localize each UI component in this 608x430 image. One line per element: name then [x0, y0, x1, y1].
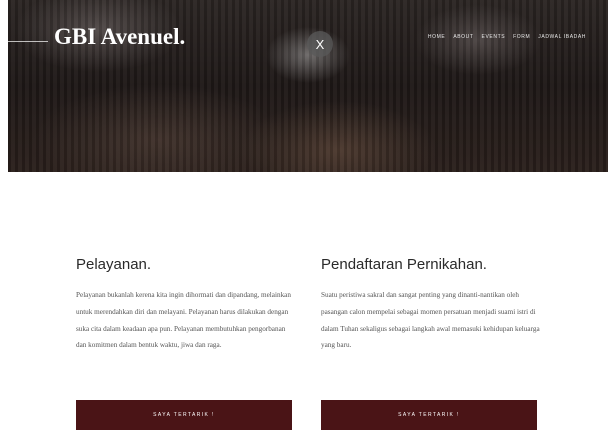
interest-button-pernikahan[interactable]: SAYA TERTARIK ! — [321, 400, 537, 430]
site-logo[interactable]: GBI Avenuel. — [54, 24, 185, 50]
nav-events[interactable]: EVENTS — [482, 34, 506, 40]
section-paragraph: Pelayanan bukanlah kerena kita ingin dih… — [76, 291, 291, 350]
section-paragraph: Suatu peristiwa sakral dan sangat pentin… — [321, 291, 540, 350]
section-title: Pendaftaran Pernikahan. — [321, 256, 487, 273]
interest-button-pelayanan[interactable]: SAYA TERTARIK ! — [76, 400, 292, 430]
section-pernikahan: Pendaftaran Pernikahan. Suatu peristiwa … — [321, 256, 541, 354]
section-title: Pelayanan. — [76, 256, 152, 273]
nav-about[interactable]: ABOUT — [453, 34, 473, 40]
nav-home[interactable]: HOME — [428, 34, 445, 40]
main-nav: HOME ABOUT EVENTS FORM JADWAL IBADAH — [428, 34, 586, 40]
section-pelayanan: Pelayanan. Pelayanan bukanlah kerena kit… — [76, 256, 296, 354]
nav-form[interactable]: FORM — [513, 34, 530, 40]
close-icon: X — [315, 36, 325, 52]
hero-banner: GBI Avenuel. X HOME ABOUT EVENTS FORM JA… — [8, 0, 608, 172]
nav-jadwal-ibadah[interactable]: JADWAL IBADAH — [538, 34, 586, 40]
logo-divider — [8, 41, 48, 42]
close-button[interactable]: X — [307, 31, 333, 57]
